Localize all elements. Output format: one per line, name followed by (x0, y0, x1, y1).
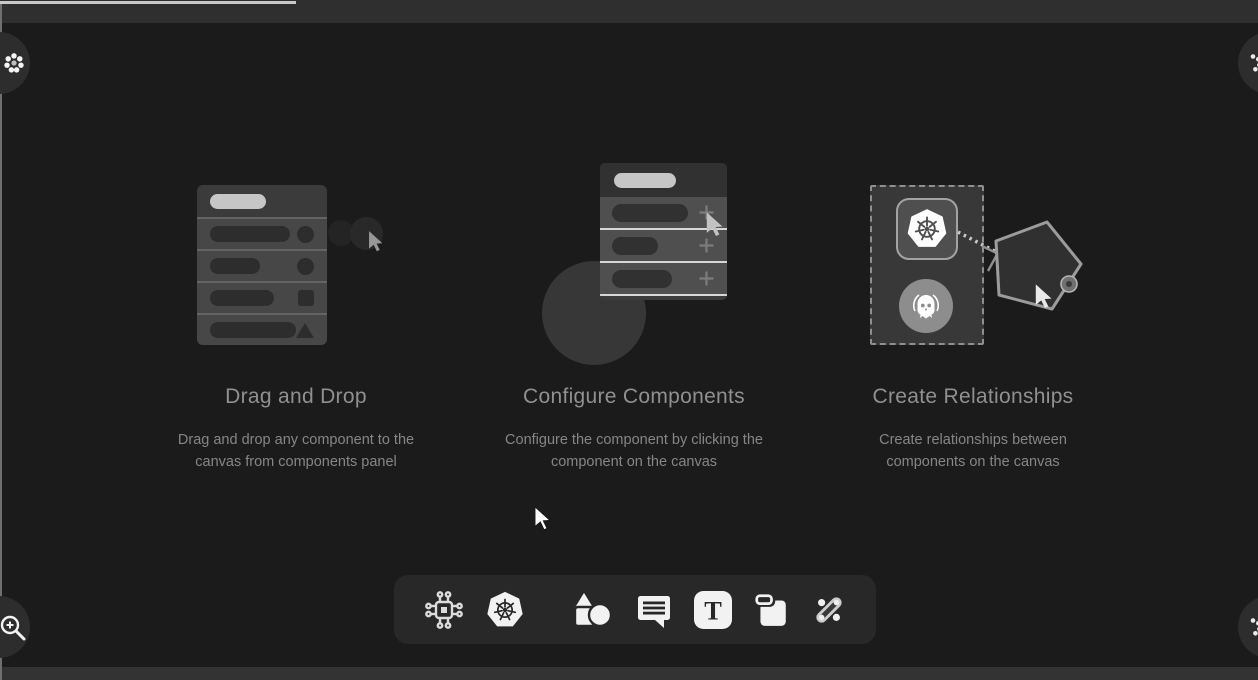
note-tool-button[interactable] (752, 591, 790, 629)
panel-title-pill (210, 194, 266, 209)
relationship-cursor-icon (1032, 283, 1056, 309)
squid-node (899, 279, 953, 333)
circle-shape-icon (297, 258, 314, 275)
panel-row (197, 313, 327, 345)
drag-drop-illustration (197, 185, 327, 345)
row-label-pill (210, 322, 296, 338)
plus-icon (698, 237, 715, 254)
flower-icon (1242, 616, 1258, 638)
bottom-bar (0, 667, 1258, 680)
panel-title-pill (614, 173, 676, 188)
panel-row (197, 217, 327, 249)
plus-icon (698, 270, 715, 287)
svg-text:T: T (704, 595, 722, 625)
shapes-tool-button[interactable] (570, 590, 614, 630)
square-shape-icon (298, 290, 314, 306)
relationship-icon (810, 591, 848, 629)
step-configure-components: Configure Components Configure the compo… (464, 385, 804, 473)
comment-tool-button[interactable] (634, 590, 674, 630)
config-panel-header (600, 163, 727, 197)
text-icon: T (694, 591, 732, 629)
tools-dock: T (394, 575, 876, 644)
row-label-pill (210, 290, 274, 306)
row-label-pill (612, 237, 658, 255)
relationship-tool-button[interactable] (810, 591, 848, 629)
panel-row (197, 249, 327, 281)
component-explorer-icon (424, 590, 464, 630)
row-label-pill (612, 270, 672, 288)
kubernetes-icon (904, 206, 950, 252)
row-label-pill (210, 226, 290, 242)
step-description: Configure the component by clicking the … (489, 429, 779, 473)
top-progress-line (0, 1, 296, 4)
mouse-cursor-icon (533, 505, 553, 531)
row-label-pill (612, 204, 688, 222)
step-title: Create Relationships (803, 385, 1143, 409)
flower-icon (2, 51, 26, 75)
step-description: Drag and drop any component to the canva… (171, 429, 421, 473)
triangle-shape-icon (296, 323, 314, 338)
flower-icon (1242, 52, 1258, 74)
kubernetes-icon (484, 589, 526, 631)
step-title: Configure Components (464, 385, 804, 409)
click-cursor-icon (703, 211, 727, 237)
illustration-panel-header (197, 185, 327, 217)
config-row (600, 263, 727, 296)
note-icon (752, 591, 790, 629)
squid-icon (906, 286, 946, 326)
panel-row (197, 281, 327, 313)
circle-shape-icon (297, 226, 314, 243)
shapes-icon (570, 590, 614, 630)
relationship-illustration (870, 185, 984, 345)
step-create-relationships: Create Relationships Create relationship… (803, 385, 1143, 473)
kubernetes-tool-button[interactable] (484, 589, 526, 631)
step-title: Drag and Drop (126, 385, 466, 409)
drag-cursor-icon (366, 230, 386, 252)
step-drag-and-drop: Drag and Drop Drag and drop any componen… (126, 385, 466, 473)
row-label-pill (210, 258, 260, 274)
text-tool-button[interactable]: T (694, 591, 732, 629)
component-explorer-button[interactable] (424, 590, 464, 630)
kubernetes-node (896, 198, 958, 260)
step-description: Create relationships between components … (848, 429, 1098, 473)
comment-icon (634, 590, 674, 630)
zoom-in-icon (0, 613, 27, 642)
